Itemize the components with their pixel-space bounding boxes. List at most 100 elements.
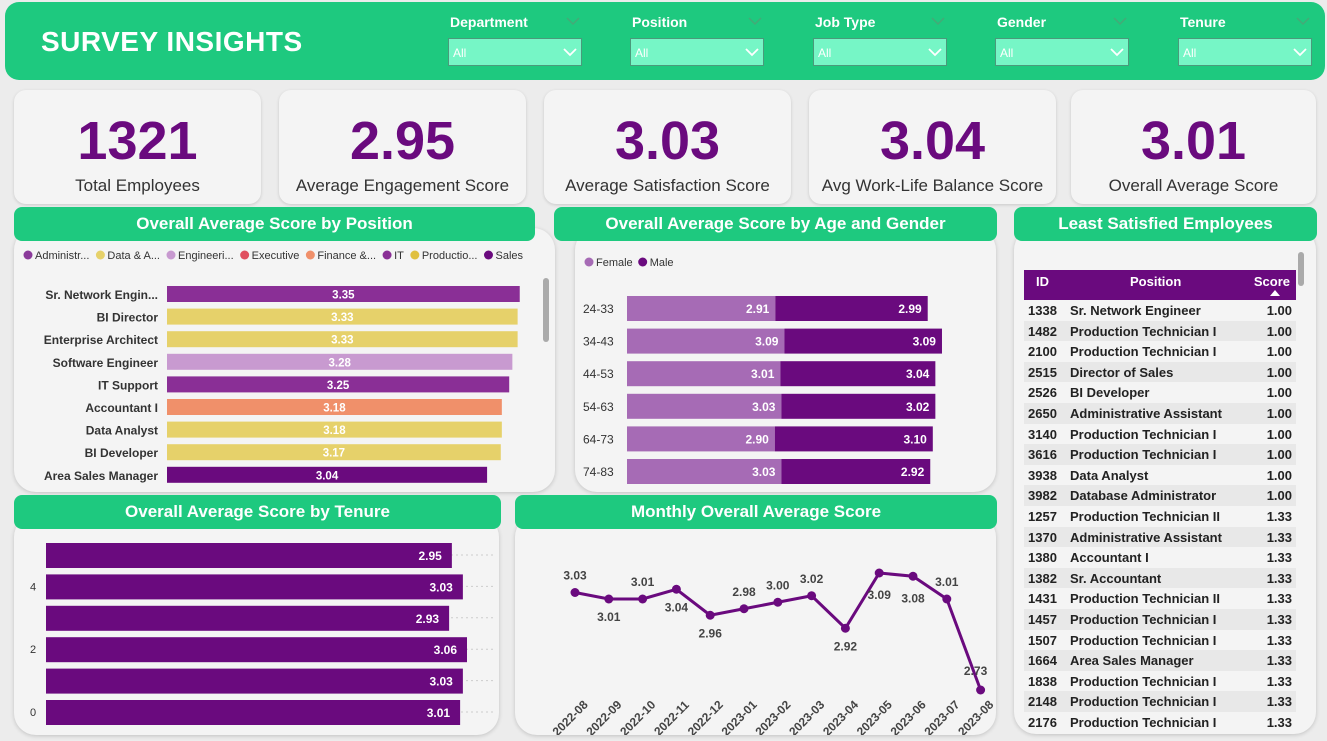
table-row[interactable]: 2148 Production Technician I 1.33 bbox=[1024, 691, 1296, 712]
table-row[interactable]: 1507 Production Technician I 1.33 bbox=[1024, 630, 1296, 651]
legend-item[interactable]: Productio... bbox=[410, 250, 477, 262]
legend-item[interactable]: Administr... bbox=[23, 250, 90, 262]
table-row[interactable]: 1370 Administrative Assistant 1.33 bbox=[1024, 526, 1296, 548]
table-row[interactable]: 2100 Production Technician I 1.00 bbox=[1024, 341, 1296, 362]
kpi-card: 3.04 Avg Work-Life Balance Score bbox=[809, 90, 1056, 204]
table-row[interactable]: 2176 Production Technician I 1.33 bbox=[1024, 712, 1296, 733]
cell-id: 2650 bbox=[1028, 405, 1057, 421]
data-point[interactable] bbox=[570, 588, 580, 597]
age-gender-chart-title: Overall Average Score by Age and Gender bbox=[554, 207, 997, 241]
cell-position: Area Sales Manager bbox=[1070, 653, 1194, 669]
bar[interactable] bbox=[46, 700, 461, 725]
slicer-dropdown[interactable]: All bbox=[1178, 38, 1312, 66]
data-point[interactable] bbox=[671, 584, 681, 594]
bar[interactable] bbox=[46, 574, 463, 600]
data-point[interactable] bbox=[908, 571, 918, 581]
chevron-down-icon[interactable] bbox=[748, 16, 762, 26]
cell-position: Accountant I bbox=[1070, 550, 1149, 566]
chart-scrollbar[interactable] bbox=[543, 278, 549, 342]
cell-score: 1.33 bbox=[1266, 714, 1292, 730]
bar[interactable] bbox=[46, 543, 452, 568]
table-row[interactable]: 1382 Sr. Accountant 1.33 bbox=[1024, 567, 1296, 589]
data-point[interactable] bbox=[705, 610, 715, 620]
slicer-label: Job Type bbox=[815, 14, 876, 30]
data-point[interactable] bbox=[739, 604, 749, 614]
bar[interactable] bbox=[46, 668, 463, 694]
slicer-dropdown[interactable]: All bbox=[448, 38, 582, 66]
cell-id: 1482 bbox=[1028, 323, 1057, 339]
chevron-down-icon[interactable] bbox=[1113, 16, 1127, 26]
data-point[interactable] bbox=[976, 685, 986, 695]
data-label: 2.92 bbox=[901, 465, 925, 479]
legend-item[interactable]: Data & A... bbox=[95, 250, 160, 262]
cell-id: 1380 bbox=[1028, 550, 1057, 566]
cell-id: 1338 bbox=[1028, 303, 1057, 318]
column-header-id[interactable]: ID bbox=[1036, 274, 1049, 289]
legend-item[interactable]: Sales bbox=[483, 250, 524, 262]
slicer-gender[interactable]: Gender All bbox=[995, 14, 1129, 66]
legend-marker bbox=[166, 250, 176, 260]
data-point[interactable] bbox=[604, 594, 614, 604]
data-point[interactable] bbox=[840, 623, 850, 633]
legend-item[interactable]: Executive bbox=[240, 250, 299, 262]
chevron-down-icon[interactable] bbox=[566, 16, 580, 26]
slicer-position[interactable]: Position All bbox=[630, 14, 764, 66]
legend-item[interactable]: IT bbox=[382, 250, 405, 262]
table-row[interactable]: 2650 Administrative Assistant 1.00 bbox=[1024, 402, 1296, 424]
data-label: 3.01 bbox=[631, 575, 655, 589]
cell-position: Production Technician I bbox=[1070, 426, 1217, 442]
legend-item[interactable]: Female bbox=[584, 257, 633, 269]
table-row[interactable]: 1664 Area Sales Manager 1.33 bbox=[1024, 650, 1296, 671]
data-label: 3.00 bbox=[766, 578, 790, 592]
kpi-label: Avg Work-Life Balance Score bbox=[821, 176, 1044, 195]
cell-score: 1.00 bbox=[1266, 303, 1292, 318]
tenure-chart-card: 2.95 3.03 2.93 3.06 3.03 3.01 4 2 0 bbox=[14, 515, 499, 735]
table-scrollbar[interactable] bbox=[1298, 252, 1304, 286]
table-row[interactable]: 3616 Production Technician I 1.00 bbox=[1024, 444, 1296, 465]
slicer-job-type[interactable]: Job Type All bbox=[813, 14, 947, 66]
bar[interactable] bbox=[46, 637, 467, 663]
data-point[interactable] bbox=[773, 597, 783, 607]
bar[interactable] bbox=[46, 605, 450, 631]
table-row[interactable]: 3938 Data Analyst 1.00 bbox=[1024, 465, 1296, 486]
data-point[interactable] bbox=[807, 591, 817, 601]
table-row[interactable]: 1457 Production Technician I 1.33 bbox=[1024, 608, 1296, 630]
slicer-dropdown[interactable]: All bbox=[630, 38, 764, 66]
data-label: 3.03 bbox=[430, 675, 454, 689]
kpi-value: 3.03 bbox=[614, 111, 721, 171]
table-row[interactable]: 1838 Production Technician I 1.33 bbox=[1024, 671, 1296, 692]
slicer-dropdown[interactable]: All bbox=[813, 38, 947, 66]
slicer-dropdown[interactable]: All bbox=[995, 38, 1129, 66]
cell-id: 2148 bbox=[1028, 694, 1057, 710]
position-chart-title: Overall Average Score by Position bbox=[14, 207, 535, 241]
data-point[interactable] bbox=[638, 594, 648, 604]
data-label: 3.01 bbox=[597, 610, 621, 624]
table-row[interactable]: 1431 Production Technician II 1.33 bbox=[1024, 588, 1296, 609]
table-row[interactable]: 3982 Database Administrator 1.00 bbox=[1024, 485, 1296, 506]
cell-position: Production Technician I bbox=[1070, 447, 1217, 463]
table-row[interactable]: 1482 Production Technician I 1.00 bbox=[1024, 320, 1296, 342]
table-row[interactable]: 2515 Director of Sales 1.00 bbox=[1024, 361, 1296, 383]
table-row[interactable]: 1380 Accountant I 1.33 bbox=[1024, 547, 1296, 568]
category-label: 64-73 bbox=[583, 432, 614, 446]
data-point[interactable] bbox=[874, 568, 884, 578]
legend-item[interactable]: Male bbox=[638, 257, 674, 269]
chevron-down-icon[interactable] bbox=[1296, 16, 1310, 26]
legend-marker bbox=[638, 257, 648, 267]
legend-item[interactable]: Engineeri... bbox=[166, 250, 234, 262]
slicer-tenure[interactable]: Tenure All bbox=[1178, 14, 1312, 66]
table-row[interactable]: 2526 BI Developer 1.00 bbox=[1024, 382, 1296, 403]
table-row[interactable]: 1257 Production Technician II 1.33 bbox=[1024, 506, 1296, 527]
slicer-department[interactable]: Department All bbox=[448, 14, 582, 66]
table-row[interactable]: 1338 Sr. Network Engineer 1.00 bbox=[1024, 300, 1296, 321]
cell-score: 1.33 bbox=[1266, 570, 1292, 586]
data-label: 3.03 bbox=[430, 580, 454, 594]
column-header-position[interactable]: Position bbox=[1130, 274, 1181, 289]
category-label: 54-63 bbox=[583, 400, 614, 414]
legend-marker bbox=[23, 250, 33, 260]
legend-item[interactable]: Finance &... bbox=[305, 250, 376, 262]
data-point[interactable] bbox=[942, 594, 952, 604]
table-row[interactable]: 3140 Production Technician I 1.00 bbox=[1024, 424, 1296, 445]
column-header-score[interactable]: Score bbox=[1254, 274, 1290, 289]
chevron-down-icon[interactable] bbox=[931, 16, 945, 26]
